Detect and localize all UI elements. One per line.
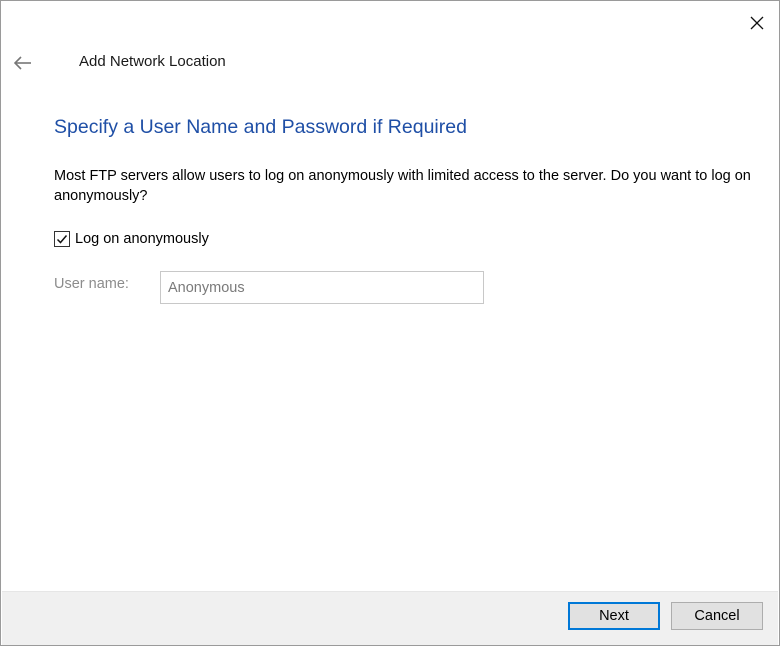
cancel-button[interactable]: Cancel [671, 602, 763, 630]
close-button[interactable] [739, 7, 775, 39]
back-button[interactable] [7, 47, 39, 79]
anonymous-checkbox-row[interactable]: Log on anonymously [54, 229, 209, 249]
page-heading: Specify a User Name and Password if Requ… [54, 116, 467, 138]
next-button[interactable]: Next [568, 602, 660, 630]
username-input[interactable] [160, 271, 484, 304]
description-text: Most FTP servers allow users to log on a… [54, 168, 751, 204]
close-icon [750, 16, 764, 30]
wizard-window: Add Network Location Specify a User Name… [0, 0, 780, 646]
arrow-left-icon [14, 56, 31, 70]
footer-bar [2, 591, 778, 645]
anonymous-checkbox-label[interactable]: Log on anonymously [75, 231, 209, 247]
username-label: User name: [54, 276, 129, 292]
wizard-title: Add Network Location [79, 53, 226, 70]
checkmark-icon [56, 235, 68, 244]
anonymous-checkbox[interactable] [54, 231, 70, 247]
